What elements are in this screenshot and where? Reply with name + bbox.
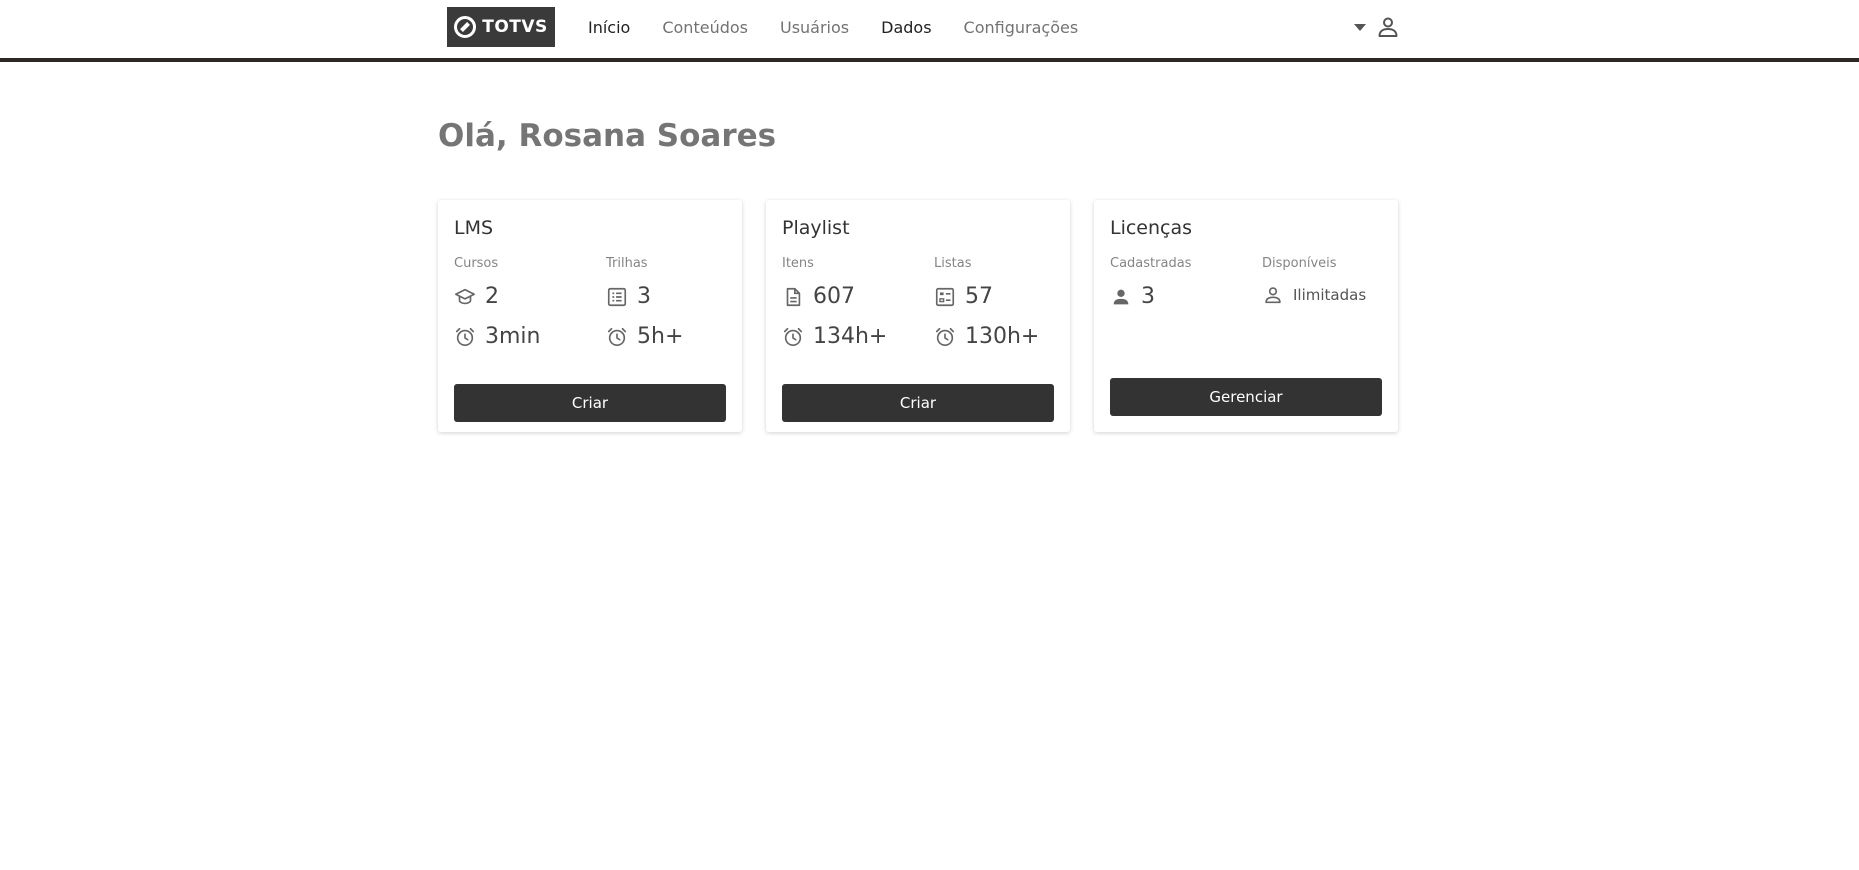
card-title: Licenças [1110, 217, 1193, 239]
person-outline-icon [1262, 284, 1284, 306]
top-navbar: TOTVS Início Conteúdos Usuários Dados Co… [0, 0, 1859, 62]
cursos-time: 3min [485, 324, 541, 349]
trilhas-label: Trilhas [606, 256, 648, 271]
gerenciar-button[interactable]: Gerenciar [1110, 378, 1382, 416]
cadastradas-label: Cadastradas [1110, 256, 1192, 271]
disponiveis-label: Disponíveis [1262, 256, 1337, 271]
graduation-cap-icon [454, 286, 476, 308]
disponiveis-value: Ilimitadas [1293, 286, 1367, 304]
listas-count-stat: 57 [934, 284, 993, 309]
listas-time: 130h+ [965, 324, 1040, 349]
nav-item-conteudos[interactable]: Conteúdos [662, 18, 748, 37]
logo-text: TOTVS [482, 17, 548, 37]
alarm-clock-icon [934, 326, 956, 348]
chevron-down-icon[interactable] [1354, 23, 1366, 31]
cursos-count-stat: 2 [454, 284, 499, 309]
cadastradas-stat: 3 [1110, 284, 1155, 309]
playlist-criar-button[interactable]: Criar [782, 384, 1054, 422]
playlist-card: Playlist Itens Listas 607 57 134h+ 130h+… [766, 200, 1070, 432]
itens-count: 607 [813, 284, 855, 309]
nav-item-configuracoes[interactable]: Configurações [964, 18, 1079, 37]
alarm-clock-icon [782, 326, 804, 348]
document-icon [782, 286, 804, 308]
list-icon [606, 286, 628, 308]
itens-count-stat: 607 [782, 284, 855, 309]
nav-item-usuarios[interactable]: Usuários [780, 18, 849, 37]
user-menu[interactable] [1354, 15, 1400, 39]
navbar-content: TOTVS Início Conteúdos Usuários Dados Co… [447, 7, 1400, 47]
trilhas-count: 3 [637, 284, 651, 309]
trilhas-time: 5h+ [637, 324, 684, 349]
alarm-clock-icon [454, 326, 476, 348]
trilhas-count-stat: 3 [606, 284, 651, 309]
main-nav: Início Conteúdos Usuários Dados Configur… [588, 18, 1078, 37]
nav-item-dados[interactable]: Dados [881, 18, 931, 37]
trilhas-time-stat: 5h+ [606, 324, 683, 349]
disponiveis-stat: Ilimitadas [1262, 284, 1366, 306]
lms-card: LMS Cursos Trilhas 2 3 3min 5h+ Criar [438, 200, 742, 432]
itens-time-stat: 134h+ [782, 324, 887, 349]
list-box-icon [934, 286, 956, 308]
nav-item-inicio[interactable]: Início [588, 18, 630, 37]
itens-label: Itens [782, 256, 814, 271]
card-title: LMS [454, 217, 494, 239]
itens-time: 134h+ [813, 324, 888, 349]
licencas-card: Licenças Cadastradas Disponíveis 3 Ilimi… [1094, 200, 1398, 432]
listas-count: 57 [965, 284, 993, 309]
alarm-clock-icon [606, 326, 628, 348]
page-greeting: Olá, Rosana Soares [438, 118, 777, 154]
cursos-time-stat: 3min [454, 324, 540, 349]
cursos-count: 2 [485, 284, 499, 309]
cursos-label: Cursos [454, 256, 499, 271]
listas-time-stat: 130h+ [934, 324, 1039, 349]
person-icon [1110, 286, 1132, 308]
card-title: Playlist [782, 217, 850, 239]
user-icon[interactable] [1376, 15, 1400, 39]
cadastradas-count: 3 [1141, 284, 1155, 309]
listas-label: Listas [934, 256, 972, 271]
lms-criar-button[interactable]: Criar [454, 384, 726, 422]
totvs-logo[interactable]: TOTVS [447, 7, 555, 47]
totvs-logo-icon [454, 16, 477, 38]
